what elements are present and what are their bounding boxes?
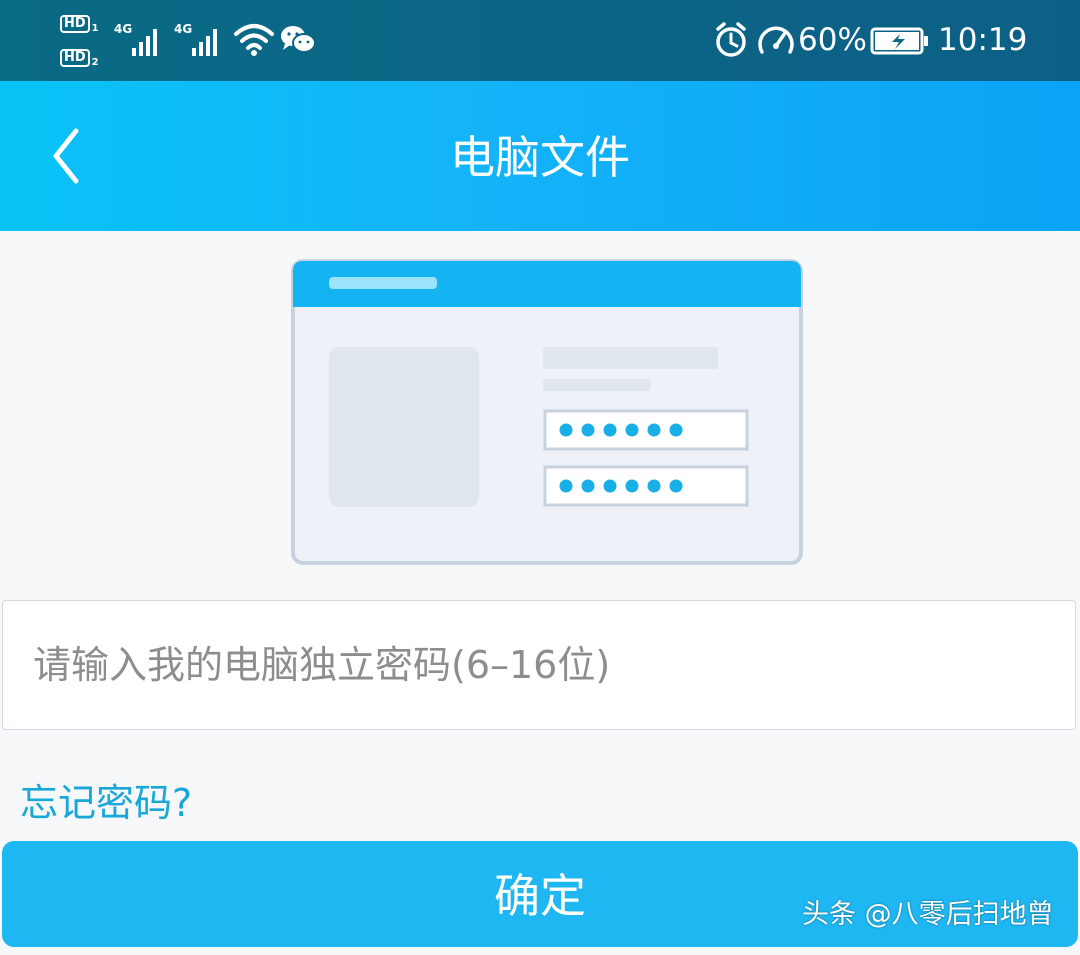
page-title: 电脑文件 — [449, 131, 630, 184]
login-window-illustration — [291, 259, 803, 565]
forgot-password-link[interactable]: 忘记密码? — [20, 778, 192, 828]
speed-icon — [758, 26, 794, 54]
hd-indicator-1: HD 1 — [60, 14, 99, 37]
app-bar: 电脑文件 — [0, 81, 1080, 231]
clock: 10:19 — [938, 22, 1028, 58]
wechat-icon — [281, 26, 316, 53]
hd-indicator-2: HD 2 — [60, 48, 99, 71]
watermark: 头条 @八零后扫地曾 — [802, 899, 1054, 930]
password-input[interactable] — [2, 600, 1076, 730]
status-bar: HD 1 HD 2 4G 4G 60% 10:19 — [0, 0, 1080, 81]
alarm-icon — [716, 22, 746, 57]
battery-icon — [870, 27, 928, 55]
wifi-icon — [234, 24, 274, 56]
battery-percent: 60% — [798, 22, 867, 58]
